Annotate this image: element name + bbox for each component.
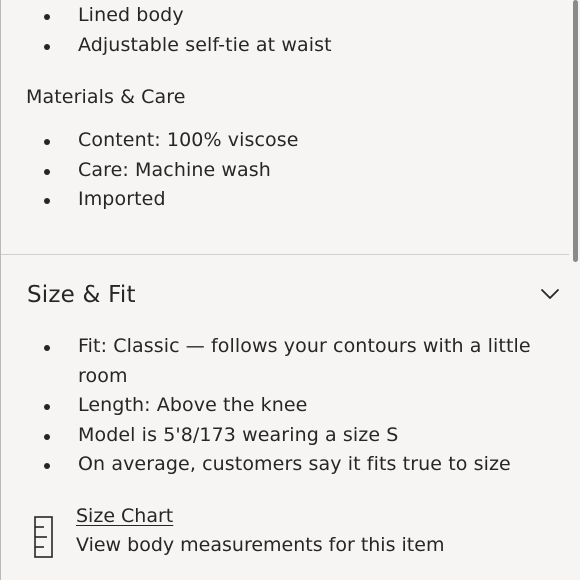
list-item: Lined body bbox=[1, 1, 541, 31]
list-item: Length: Above the knee bbox=[1, 391, 541, 421]
list-item: Imported bbox=[1, 185, 541, 215]
section-divider bbox=[1, 254, 569, 255]
scrollbar-thumb[interactable] bbox=[573, 0, 578, 262]
ruler-icon bbox=[34, 516, 53, 558]
size-fit-list: Fit: Classic — follows your contours wit… bbox=[1, 332, 541, 480]
size-chart-description: View body measurements for this item bbox=[76, 534, 445, 556]
materials-care-heading: Materials & Care bbox=[26, 86, 186, 108]
list-item: Fit: Classic — follows your contours wit… bbox=[1, 332, 541, 391]
materials-list: Content: 100% viscose Care: Machine wash… bbox=[1, 126, 541, 215]
size-chart-block: Size Chart View body measurements for th… bbox=[1, 503, 569, 563]
list-item: Care: Machine wash bbox=[1, 156, 541, 186]
list-item: Adjustable self-tie at waist bbox=[1, 31, 541, 61]
size-chart-link[interactable]: Size Chart bbox=[76, 505, 173, 527]
size-fit-accordion-header[interactable]: Size & Fit bbox=[1, 272, 569, 320]
list-item: On average, customers say it fits true t… bbox=[1, 450, 541, 480]
chevron-down-icon[interactable] bbox=[540, 287, 560, 301]
list-item: Model is 5'8/173 wearing a size S bbox=[1, 421, 541, 451]
product-details-panel: Lined body Adjustable self-tie at waist … bbox=[0, 0, 580, 580]
list-item: Content: 100% viscose bbox=[1, 126, 541, 156]
details-list: Lined body Adjustable self-tie at waist bbox=[1, 1, 541, 60]
size-fit-title: Size & Fit bbox=[27, 282, 136, 308]
